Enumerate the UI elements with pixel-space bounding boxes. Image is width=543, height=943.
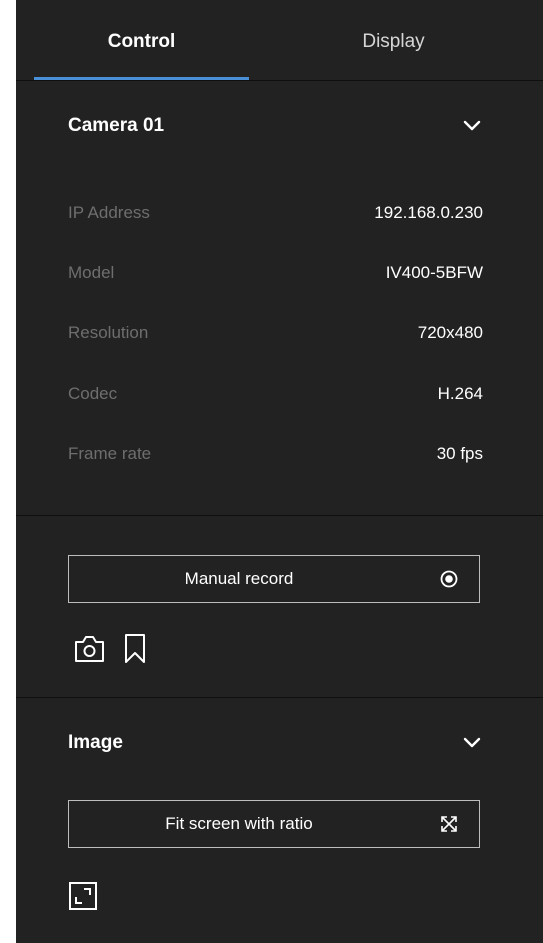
info-row-resolution: Resolution 720x480 bbox=[68, 318, 483, 348]
info-value: 720x480 bbox=[417, 323, 483, 342]
fullscreen-icon[interactable] bbox=[68, 881, 98, 911]
fit-screen-button[interactable]: Fit screen with ratio bbox=[68, 800, 480, 848]
info-label: Resolution bbox=[68, 323, 149, 342]
info-value: 30 fps bbox=[436, 444, 483, 463]
info-label: Frame rate bbox=[68, 444, 152, 463]
info-value: H.264 bbox=[437, 384, 483, 403]
info-value: 192.168.0.230 bbox=[374, 203, 483, 222]
info-value: IV400-5BFW bbox=[385, 263, 483, 282]
fit-screen-label: Fit screen with ratio bbox=[165, 814, 313, 833]
manual-record-button[interactable]: Manual record bbox=[68, 555, 480, 603]
camera-section-header[interactable]: Camera 01 bbox=[68, 106, 483, 146]
section-divider bbox=[16, 515, 543, 516]
bookmark-icon[interactable] bbox=[122, 633, 148, 665]
control-panel: Control Display Camera 01 IP Address 192… bbox=[16, 0, 543, 943]
info-row-ip-address: IP Address 192.168.0.230 bbox=[68, 198, 483, 228]
info-label: IP Address bbox=[68, 203, 150, 222]
chevron-down-icon[interactable] bbox=[461, 733, 483, 753]
record-icon bbox=[440, 570, 458, 588]
info-label: Model bbox=[68, 263, 115, 282]
info-row-codec: Codec H.264 bbox=[68, 379, 483, 409]
camera-icon[interactable] bbox=[73, 634, 106, 664]
section-divider bbox=[16, 697, 543, 698]
camera-section-title: Camera 01 bbox=[68, 115, 165, 136]
manual-record-label: Manual record bbox=[184, 569, 294, 588]
tab-control[interactable]: Control bbox=[34, 0, 249, 80]
info-label: Codec bbox=[68, 384, 118, 403]
image-section-title: Image bbox=[68, 732, 123, 753]
active-tab-indicator bbox=[34, 77, 249, 80]
tab-display[interactable]: Display bbox=[286, 0, 501, 80]
tab-bar: Control Display bbox=[16, 0, 543, 81]
expand-arrows-icon bbox=[441, 816, 457, 832]
chevron-down-icon[interactable] bbox=[461, 116, 483, 136]
info-row-model: Model IV400-5BFW bbox=[68, 258, 483, 288]
image-section-header[interactable]: Image bbox=[68, 723, 483, 763]
info-row-frame-rate: Frame rate 30 fps bbox=[68, 439, 483, 469]
